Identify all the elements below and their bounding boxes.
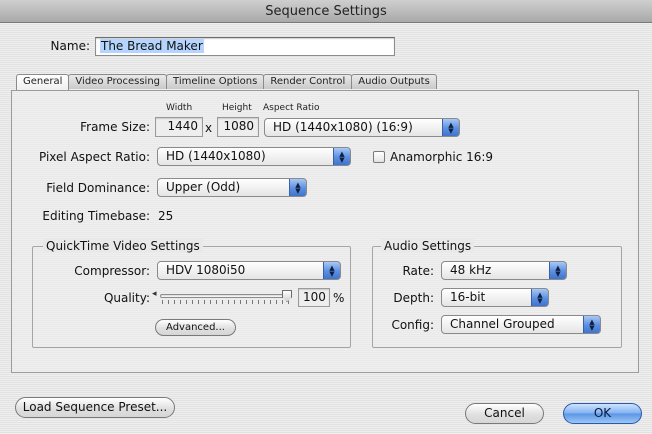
field-dominance-label: Field Dominance: — [46, 181, 150, 195]
field-dominance-value: Upper (Odd) — [166, 180, 241, 194]
tab-timeline-options[interactable]: Timeline Options — [166, 74, 265, 89]
quality-slider-ticks — [162, 300, 290, 304]
rate-popup[interactable]: 48 kHz ▲ ▼ — [441, 261, 567, 280]
up-down-arrows-icon: ▲ ▼ — [531, 289, 548, 306]
tab-audio-outputs[interactable]: Audio Outputs — [351, 74, 437, 89]
rate-value: 48 kHz — [450, 263, 492, 277]
up-down-arrows-icon: ▲ ▼ — [549, 262, 566, 279]
quality-field[interactable]: 100 — [298, 288, 330, 307]
advanced-button[interactable]: Advanced... — [155, 319, 236, 336]
up-down-arrows-icon: ▲ ▼ — [289, 179, 306, 196]
field-dominance-popup[interactable]: Upper (Odd) ▲ ▼ — [157, 178, 307, 197]
tab-video-processing[interactable]: Video Processing — [68, 74, 168, 89]
frame-size-label: Frame Size: — [80, 120, 150, 134]
name-label: Name: — [50, 39, 90, 53]
depth-label: Depth: — [393, 291, 434, 305]
depth-popup[interactable]: 16-bit ▲ ▼ — [441, 288, 549, 307]
timebase-label: Editing Timebase: — [42, 209, 150, 223]
load-sequence-preset-button[interactable]: Load Sequence Preset... — [15, 397, 175, 418]
quality-slider-track[interactable] — [160, 294, 292, 298]
quality-unit: % — [333, 291, 345, 305]
aspect-ratio-value: HD (1440x1080) (16:9) — [273, 120, 413, 134]
aspect-ratio-popup[interactable]: HD (1440x1080) (16:9) ▲ ▼ — [264, 118, 460, 137]
cancel-button[interactable]: Cancel — [465, 403, 544, 424]
compressor-value: HDV 1080i50 — [166, 263, 246, 277]
timebase-value: 25 — [158, 209, 174, 223]
compressor-label: Compressor: — [74, 264, 150, 278]
ok-button[interactable]: OK — [563, 403, 642, 424]
pixel-aspect-value: HD (1440x1080) — [166, 149, 266, 163]
quality-left-arrow-icon: ◂ — [152, 289, 157, 299]
name-input[interactable]: The Bread Maker — [95, 37, 395, 56]
up-down-arrows-icon: ▲ ▼ — [323, 262, 340, 279]
rate-label: Rate: — [402, 264, 434, 278]
config-label: Config: — [391, 318, 434, 332]
window-title-bar[interactable]: Sequence Settings — [0, 0, 652, 23]
up-down-arrows-icon: ▲ ▼ — [333, 148, 350, 165]
depth-value: 16-bit — [450, 290, 486, 304]
width-header: Width — [166, 103, 193, 113]
height-header: Height — [222, 103, 252, 113]
aspect-ratio-header: Aspect Ratio — [263, 103, 320, 113]
up-down-arrows-icon: ▲ ▼ — [442, 119, 459, 136]
config-value: Channel Grouped — [450, 317, 555, 331]
frame-size-times: x — [205, 121, 213, 135]
frame-height-field[interactable]: 1080 — [217, 117, 259, 137]
up-down-arrows-icon: ▲ ▼ — [583, 316, 600, 333]
compressor-popup[interactable]: HDV 1080i50 ▲ ▼ — [157, 261, 341, 280]
tab-render-control[interactable]: Render Control — [263, 74, 353, 89]
pixel-aspect-popup[interactable]: HD (1440x1080) ▲ ▼ — [157, 147, 351, 166]
frame-width-field[interactable]: 1440 — [155, 117, 203, 137]
pixel-aspect-label: Pixel Aspect Ratio: — [39, 150, 150, 164]
name-value: The Bread Maker — [100, 39, 204, 53]
anamorphic-label: Anamorphic 16:9 — [390, 150, 494, 164]
window-title: Sequence Settings — [265, 3, 387, 19]
tab-general[interactable]: General — [16, 74, 70, 90]
anamorphic-checkbox[interactable] — [373, 151, 385, 163]
settings-tabs: General Video Processing Timeline Option… — [16, 74, 437, 90]
quicktime-settings-title: QuickTime Video Settings — [43, 239, 203, 253]
config-popup[interactable]: Channel Grouped ▲ ▼ — [441, 315, 601, 334]
audio-settings-title: Audio Settings — [381, 239, 475, 253]
quality-label: Quality: — [103, 291, 150, 305]
